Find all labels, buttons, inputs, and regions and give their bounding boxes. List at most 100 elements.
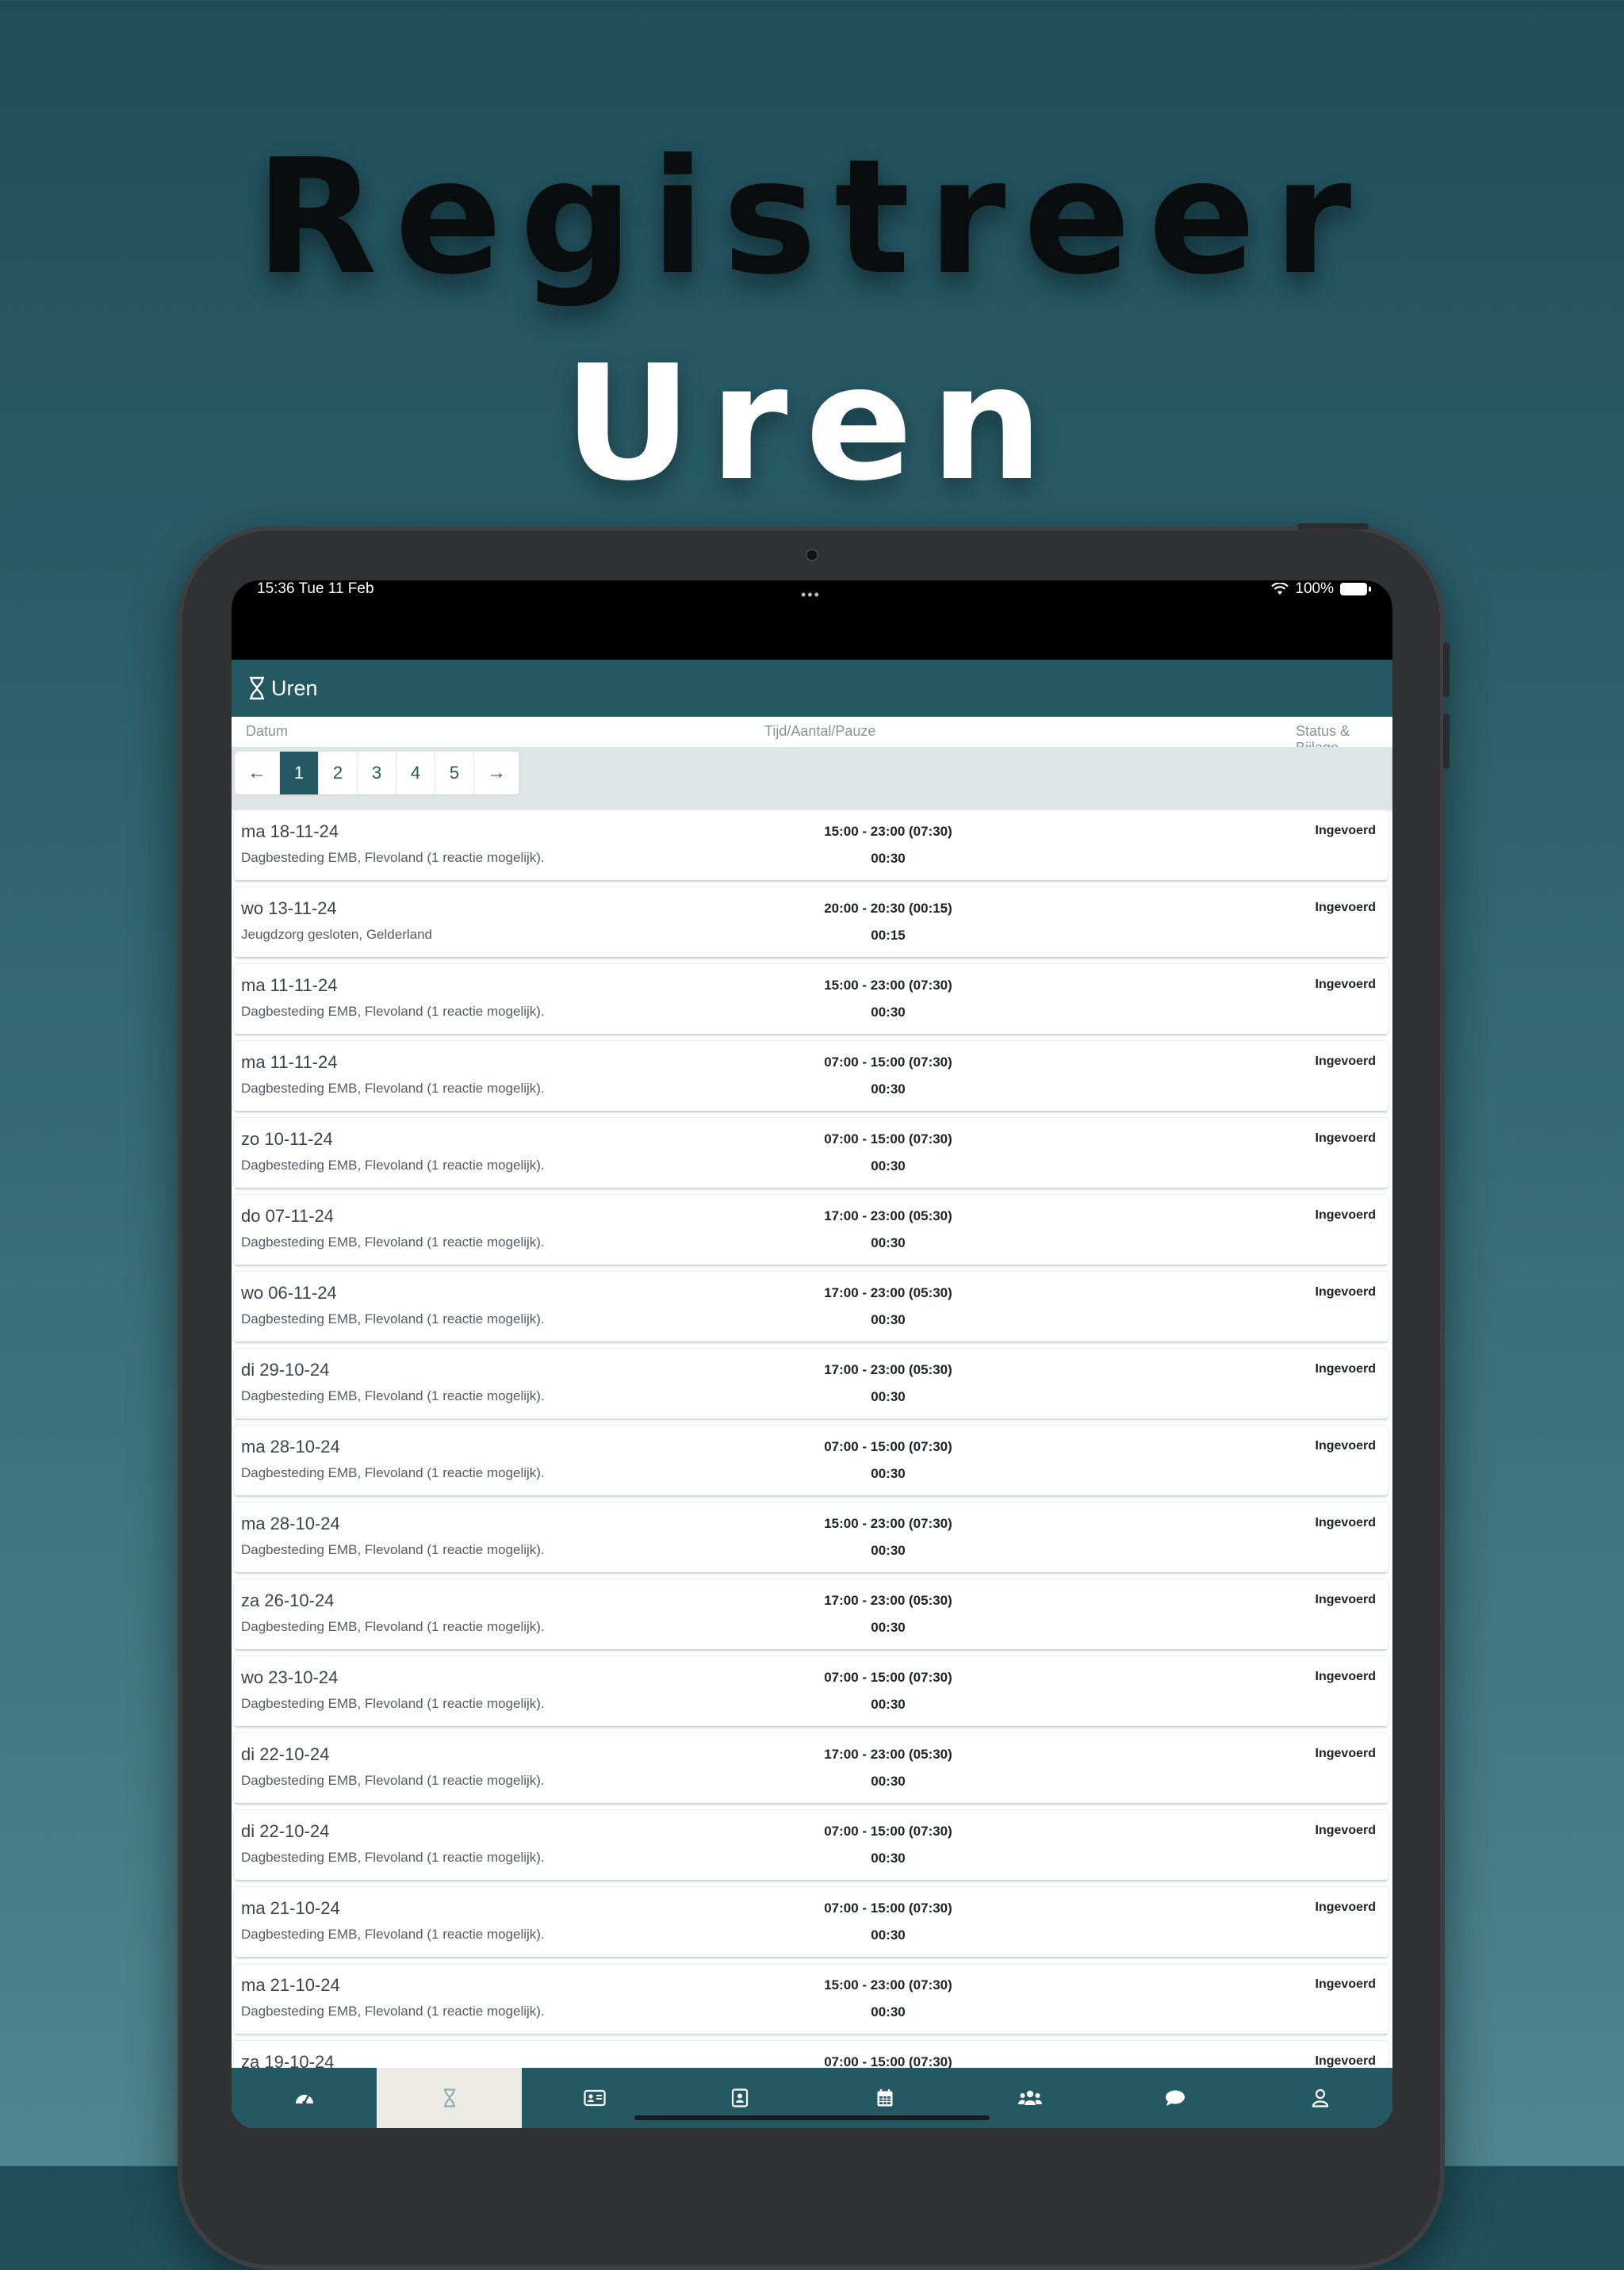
entry-description: Dagbesteding EMB, Flevoland (1 reactie m… xyxy=(241,1388,545,1403)
tab-messages[interactable] xyxy=(1102,2068,1247,2128)
entry-date: ma 11-11-24 xyxy=(241,975,338,995)
hourglass-icon xyxy=(443,2088,455,2107)
side-button-lower xyxy=(1443,714,1450,769)
entry-time-range: 17:00 - 23:00 (05:30) xyxy=(824,1747,952,1762)
dashboard-gauge-icon xyxy=(295,2095,313,2105)
entry-pause: 00:15 xyxy=(871,928,906,943)
entry-description: Dagbesteding EMB, Flevoland (1 reactie m… xyxy=(241,1081,545,1096)
entry-description: Jeugdzorg gesloten, Gelderland xyxy=(241,927,432,942)
entry-date: wo 13-11-24 xyxy=(241,898,337,918)
entry-date: do 07-11-24 xyxy=(241,1206,335,1226)
status-badge: Ingevoerd xyxy=(1315,1362,1376,1376)
entry-time-range: 17:00 - 23:00 (05:30) xyxy=(824,1208,952,1223)
list-item[interactable]: za 26-10-24 Dagbesteding EMB, Flevoland (… xyxy=(234,1579,1388,1649)
page-button-3[interactable]: 3 xyxy=(358,752,396,794)
entry-date: ma 21-10-24 xyxy=(241,1975,340,1995)
status-badge: Ingevoerd xyxy=(1315,1285,1376,1299)
entry-description: Dagbesteding EMB, Flevoland (1 reactie m… xyxy=(241,1619,545,1634)
column-time[interactable]: Tijd/Aantal/Pauze xyxy=(764,723,875,740)
entry-time-range: 07:00 - 15:00 (07:30) xyxy=(824,1824,952,1839)
status-badge: Ingevoerd xyxy=(1315,1131,1376,1145)
list-item[interactable]: wo 06-11-24 Dagbesteding EMB, Flevoland (… xyxy=(234,1272,1388,1342)
list-item[interactable]: ma 11-11-24 Dagbesteding EMB, Flevoland (… xyxy=(234,1041,1388,1111)
home-indicator[interactable] xyxy=(634,2115,990,2120)
entry-pause: 00:30 xyxy=(871,1005,906,1020)
tab-dashboard[interactable] xyxy=(232,2068,377,2128)
list-item[interactable]: ma 21-10-24 Dagbesteding EMB, Flevoland (… xyxy=(234,1964,1388,2034)
entry-time-range: 20:00 - 20:30 (00:15) xyxy=(824,901,952,916)
entry-description: Dagbesteding EMB, Flevoland (1 reactie m… xyxy=(241,1850,545,1865)
entry-date: ma 11-11-24 xyxy=(241,1052,338,1072)
entry-description: Dagbesteding EMB, Flevoland (1 reactie m… xyxy=(241,1696,545,1711)
entry-description: Dagbesteding EMB, Flevoland (1 reactie m… xyxy=(241,1311,545,1326)
column-date[interactable]: Datum xyxy=(246,723,288,740)
contact-book-icon xyxy=(731,2088,748,2107)
battery-icon xyxy=(1340,583,1371,595)
prev-page-button[interactable]: ← xyxy=(235,752,280,794)
list-item[interactable]: ma 11-11-24 Dagbesteding EMB, Flevoland (… xyxy=(234,964,1388,1034)
entry-time-range: 15:00 - 23:00 (07:30) xyxy=(824,1977,952,1992)
entry-time-range: 17:00 - 23:00 (05:30) xyxy=(824,1285,952,1300)
entry-description: Dagbesteding EMB, Flevoland (1 reactie m… xyxy=(241,1773,545,1788)
entry-time-range: 15:00 - 23:00 (07:30) xyxy=(824,824,952,839)
list-item[interactable]: ma 28-10-24 Dagbesteding EMB, Flevoland (… xyxy=(234,1426,1388,1495)
chat-bubble-icon xyxy=(1165,2090,1185,2106)
entry-time-range: 15:00 - 23:00 (07:30) xyxy=(824,978,952,993)
status-badge: Ingevoerd xyxy=(1315,1055,1376,1068)
status-badge: Ingevoerd xyxy=(1315,824,1376,837)
page-button-5[interactable]: 5 xyxy=(435,752,474,794)
list-item[interactable]: ma 18-11-24 Dagbesteding EMB, Flevoland (… xyxy=(234,810,1388,880)
status-badge: Ingevoerd xyxy=(1315,1670,1376,1683)
status-indicators: 100% xyxy=(1271,580,1371,598)
list-item[interactable]: wo 23-10-24 Dagbesteding EMB, Flevoland (… xyxy=(234,1656,1388,1726)
status-badge: Ingevoerd xyxy=(1315,1977,1376,1991)
entry-date: wo 23-10-24 xyxy=(241,1667,339,1687)
entry-pause: 00:30 xyxy=(871,1543,906,1558)
page-button-1[interactable]: 1 xyxy=(280,752,319,794)
entry-time-range: 07:00 - 15:00 (07:30) xyxy=(824,1670,952,1685)
list-item[interactable]: di 29-10-24 Dagbesteding EMB, Flevoland (… xyxy=(234,1349,1388,1418)
entry-date: zo 10-11-24 xyxy=(241,1129,333,1149)
status-badge: Ingevoerd xyxy=(1315,2054,1376,2068)
entry-description: Dagbesteding EMB, Flevoland (1 reactie m… xyxy=(241,1927,545,1942)
entry-description: Dagbesteding EMB, Flevoland (1 reactie m… xyxy=(241,1158,545,1173)
entry-date: ma 21-10-24 xyxy=(241,1898,340,1918)
entry-pause: 00:30 xyxy=(871,2004,906,2019)
list-item[interactable]: di 22-10-24 Dagbesteding EMB, Flevoland (… xyxy=(234,1810,1388,1880)
list-item[interactable]: di 22-10-24 Dagbesteding EMB, Flevoland (… xyxy=(234,1733,1388,1803)
entry-pause: 00:30 xyxy=(871,1389,906,1404)
status-badge: Ingevoerd xyxy=(1315,901,1376,914)
entry-time-range: 07:00 - 15:00 (07:30) xyxy=(824,1439,952,1454)
status-badge: Ingevoerd xyxy=(1315,978,1376,991)
promo-headline-line2: Uren xyxy=(563,331,1061,516)
list-item[interactable]: do 07-11-24 Dagbesteding EMB, Flevoland (… xyxy=(234,1195,1388,1265)
profile-icon xyxy=(1312,2088,1328,2107)
battery-percentage: 100% xyxy=(1295,580,1334,597)
list-item[interactable]: ma 21-10-24 Dagbesteding EMB, Flevoland (… xyxy=(234,1887,1388,1957)
page-button-2[interactable]: 2 xyxy=(319,752,358,794)
list-item[interactable]: zo 10-11-24 Dagbesteding EMB, Flevoland (… xyxy=(234,1118,1388,1188)
tab-hours[interactable] xyxy=(377,2068,522,2128)
entry-pause: 00:30 xyxy=(871,1081,906,1097)
next-page-button[interactable]: → xyxy=(474,752,519,794)
entry-time-range: 07:00 - 15:00 (07:30) xyxy=(824,1131,952,1146)
entry-description: Dagbesteding EMB, Flevoland (1 reactie m… xyxy=(241,1542,545,1557)
front-camera xyxy=(806,549,818,561)
entry-pause: 00:30 xyxy=(871,1927,906,1943)
entry-pause: 00:30 xyxy=(871,1697,906,1712)
hourglass-icon xyxy=(247,676,266,700)
entry-time-range: 17:00 - 23:00 (05:30) xyxy=(824,1362,952,1377)
entry-date: ma 28-10-24 xyxy=(241,1437,340,1457)
list-item[interactable]: ma 28-10-24 Dagbesteding EMB, Flevoland (… xyxy=(234,1502,1388,1572)
page-title: Uren xyxy=(271,676,318,700)
pagination-bar: ← 1 2 3 4 5 → xyxy=(232,747,1392,810)
multitasking-dots-icon[interactable]: ••• xyxy=(801,587,821,603)
entry-date: di 22-10-24 xyxy=(241,1744,330,1764)
status-badge: Ingevoerd xyxy=(1315,1901,1376,1914)
list-item[interactable]: wo 13-11-24 Jeugdzorg gesloten, Gelderlan… xyxy=(234,887,1388,957)
status-badge: Ingevoerd xyxy=(1315,1593,1376,1606)
entry-description: Dagbesteding EMB, Flevoland (1 reactie m… xyxy=(241,1465,545,1480)
page-button-4[interactable]: 4 xyxy=(396,752,435,794)
entry-description: Dagbesteding EMB, Flevoland (1 reactie m… xyxy=(241,850,545,865)
tab-profile[interactable] xyxy=(1247,2068,1392,2128)
